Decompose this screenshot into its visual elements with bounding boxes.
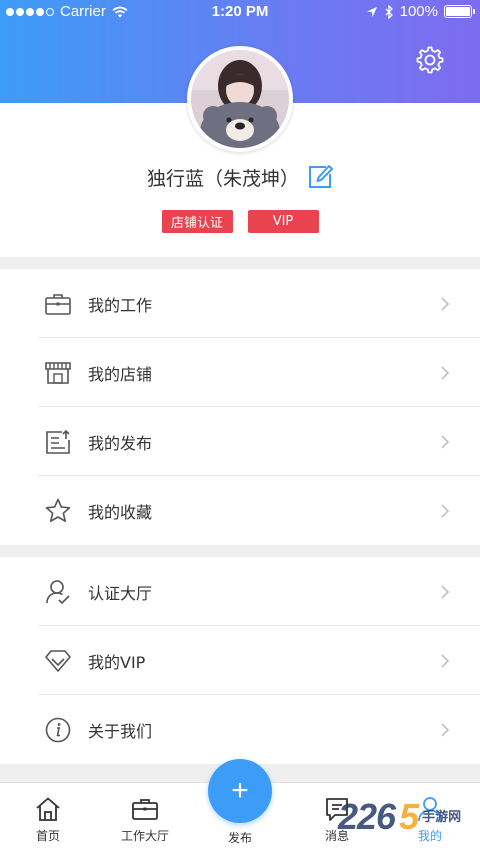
tab-label: 工作大厅 — [120, 829, 169, 843]
message-icon — [326, 798, 348, 821]
publish-label: 发布 — [227, 831, 252, 845]
location-arrow-icon — [366, 6, 377, 17]
profile-name: 独行蓝（朱茂坤） — [146, 167, 299, 190]
tab-label: 消息 — [324, 829, 349, 843]
user-icon — [418, 797, 442, 822]
shop-certified-badge: 店铺认证 — [161, 210, 233, 233]
status-bar: Carrier 1:20 PM 100% — [0, 0, 480, 26]
publish-button[interactable]: + — [208, 759, 272, 823]
menu-item-my-store[interactable]: 我的店铺 — [0, 338, 480, 407]
vip-badge: VIP — [247, 210, 319, 233]
edit-profile-icon[interactable] — [307, 164, 333, 190]
chevron-right-icon — [441, 584, 450, 599]
chevron-right-icon — [441, 434, 450, 449]
menu-item-label: 认证大厅 — [88, 583, 153, 603]
briefcase-icon — [132, 799, 158, 820]
menu-item-label: 我的工作 — [88, 295, 153, 315]
diamond-icon — [45, 649, 71, 672]
menu-item-label: 我的VIP — [88, 652, 146, 672]
tab-label: 首页 — [35, 829, 60, 843]
section-divider — [0, 545, 480, 557]
menu-item-label: 我的店铺 — [88, 364, 153, 384]
info-icon — [45, 717, 71, 742]
star-icon — [45, 498, 71, 522]
menu-item-label: 关于我们 — [88, 721, 153, 741]
tab-home[interactable]: 首页 — [8, 795, 88, 844]
briefcase-icon — [45, 293, 71, 315]
profile-name-row: 独行蓝（朱茂坤） — [0, 162, 480, 192]
publish-list-icon — [46, 429, 70, 454]
menu-item-about-us[interactable]: 关于我们 — [0, 695, 480, 764]
chevron-right-icon — [441, 296, 450, 311]
menu-item-my-favorites[interactable]: 我的收藏 — [0, 476, 480, 545]
tab-messages[interactable]: 消息 — [297, 795, 377, 844]
battery-percent: 100% — [399, 3, 438, 20]
menu-item-my-vip[interactable]: 我的VIP — [0, 626, 480, 695]
chevron-right-icon — [441, 503, 450, 518]
battery-icon — [444, 5, 475, 18]
tab-mine[interactable]: 我的 — [390, 795, 470, 844]
tab-work-hall[interactable]: 工作大厅 — [105, 795, 185, 844]
menu-item-label: 我的收藏 — [88, 502, 153, 522]
plus-icon: + — [231, 774, 249, 807]
home-icon — [36, 797, 60, 821]
menu-item-my-work[interactable]: 我的工作 — [0, 269, 480, 338]
profile-badges: 店铺认证 VIP — [0, 210, 480, 233]
avatar[interactable] — [187, 46, 293, 152]
chevron-right-icon — [441, 653, 450, 668]
menu-item-my-posts[interactable]: 我的发布 — [0, 407, 480, 476]
chevron-right-icon — [441, 722, 450, 737]
menu-group-personal: 我的工作 我的店铺 我的发布 我的收藏 — [0, 269, 480, 545]
chevron-right-icon — [441, 365, 450, 380]
user-verify-icon — [46, 579, 70, 604]
status-bar-right: 100% — [366, 3, 475, 20]
settings-gear-icon[interactable] — [414, 44, 446, 76]
menu-item-label: 我的发布 — [88, 433, 153, 453]
tab-label: 我的 — [417, 829, 442, 843]
store-icon — [45, 361, 71, 384]
avatar-image — [191, 50, 289, 148]
menu-group-general: 认证大厅 我的VIP 关于我们 — [0, 557, 480, 764]
bluetooth-icon — [385, 4, 393, 19]
menu-item-verification-hall[interactable]: 认证大厅 — [0, 557, 480, 626]
section-divider — [0, 257, 480, 269]
